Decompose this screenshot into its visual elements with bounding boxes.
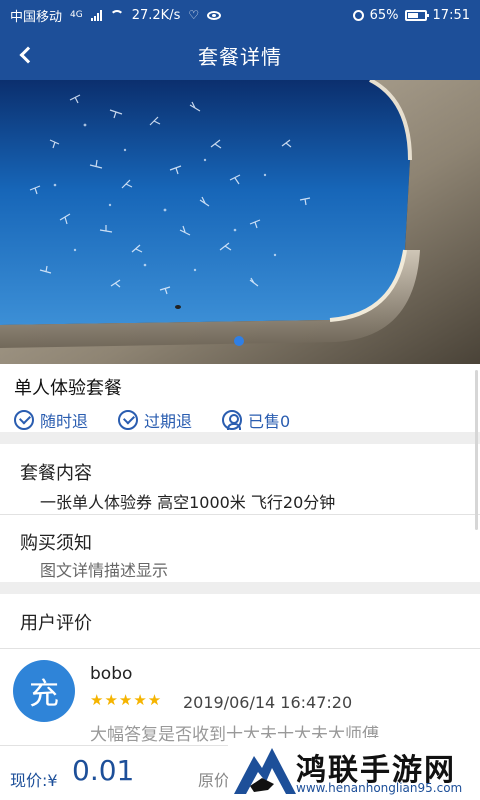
section-divider (0, 432, 480, 444)
banner-carousel[interactable] (0, 80, 480, 364)
tag-label: 已售0 (248, 412, 291, 431)
battery-icon (404, 9, 429, 21)
network-label: 4G (70, 10, 83, 20)
reviews-section-title: 用户评价 (20, 613, 92, 634)
page-title: 套餐详情 (198, 44, 282, 69)
tag-refund-expired: 过期退 (118, 408, 192, 432)
carousel-dot-active[interactable] (234, 336, 244, 346)
carrier-label: 中国移动 (10, 9, 63, 25)
chevron-left-icon (19, 46, 37, 64)
status-bar: 中国移动 4G 27.2K/s ♡ 65% 17:51 (0, 0, 480, 30)
review-date: 2019/06/14 16:47:20 (183, 693, 353, 712)
banner-image (0, 80, 480, 364)
eye-icon (207, 10, 222, 20)
tag-sold-count: 已售0 (222, 408, 290, 432)
tag-label: 随时退 (40, 412, 89, 431)
alarm-icon (352, 9, 364, 21)
package-title: 单人体验套餐 (14, 378, 122, 399)
watermark-logo-icon (234, 748, 296, 794)
battery-percent: 65% (369, 7, 399, 23)
avatar: 充 (13, 660, 75, 722)
notice-section-title: 购买须知 (20, 533, 92, 554)
wifi-icon (109, 10, 124, 20)
user-circle-icon (222, 410, 243, 430)
check-circle-icon (118, 410, 139, 430)
clock: 17:51 (432, 7, 470, 23)
content-section-title: 套餐内容 (20, 463, 92, 484)
scrollbar[interactable] (475, 370, 478, 530)
tag-label: 过期退 (144, 412, 193, 431)
star-rating: ★★★★★ (90, 691, 163, 709)
nav-bar: 套餐详情 (0, 30, 480, 80)
package-info: 单人体验套餐 随时退 过期退 已售0 (0, 364, 480, 432)
watermark-url: www.henanhonglian95.com (296, 781, 463, 795)
content-section-text: 一张单人体验券 高空1000米 飞行20分钟 (40, 493, 336, 512)
divider-line (0, 514, 480, 515)
signal-icon (90, 9, 102, 21)
network-speed: 27.2K/s (131, 7, 181, 23)
app-screen: 中国移动 4G 27.2K/s ♡ 65% 17:51 套餐详情 单人体验套餐 … (0, 0, 480, 800)
section-divider (0, 582, 480, 594)
tag-refund-anytime: 随时退 (14, 408, 88, 432)
notice-section-text: 图文详情描述显示 (40, 561, 169, 580)
divider-line (0, 648, 480, 649)
heart-icon: ♡ (188, 8, 200, 22)
current-price-label: 现价:¥ (10, 771, 58, 790)
back-button[interactable] (14, 42, 42, 68)
check-circle-icon (14, 410, 34, 430)
reviewer-name: bobo (90, 664, 133, 684)
original-price-label: 原价 (198, 771, 231, 790)
current-price-value: 0.01 (72, 754, 135, 787)
package-tags: 随时退 过期退 已售0 (14, 408, 466, 432)
